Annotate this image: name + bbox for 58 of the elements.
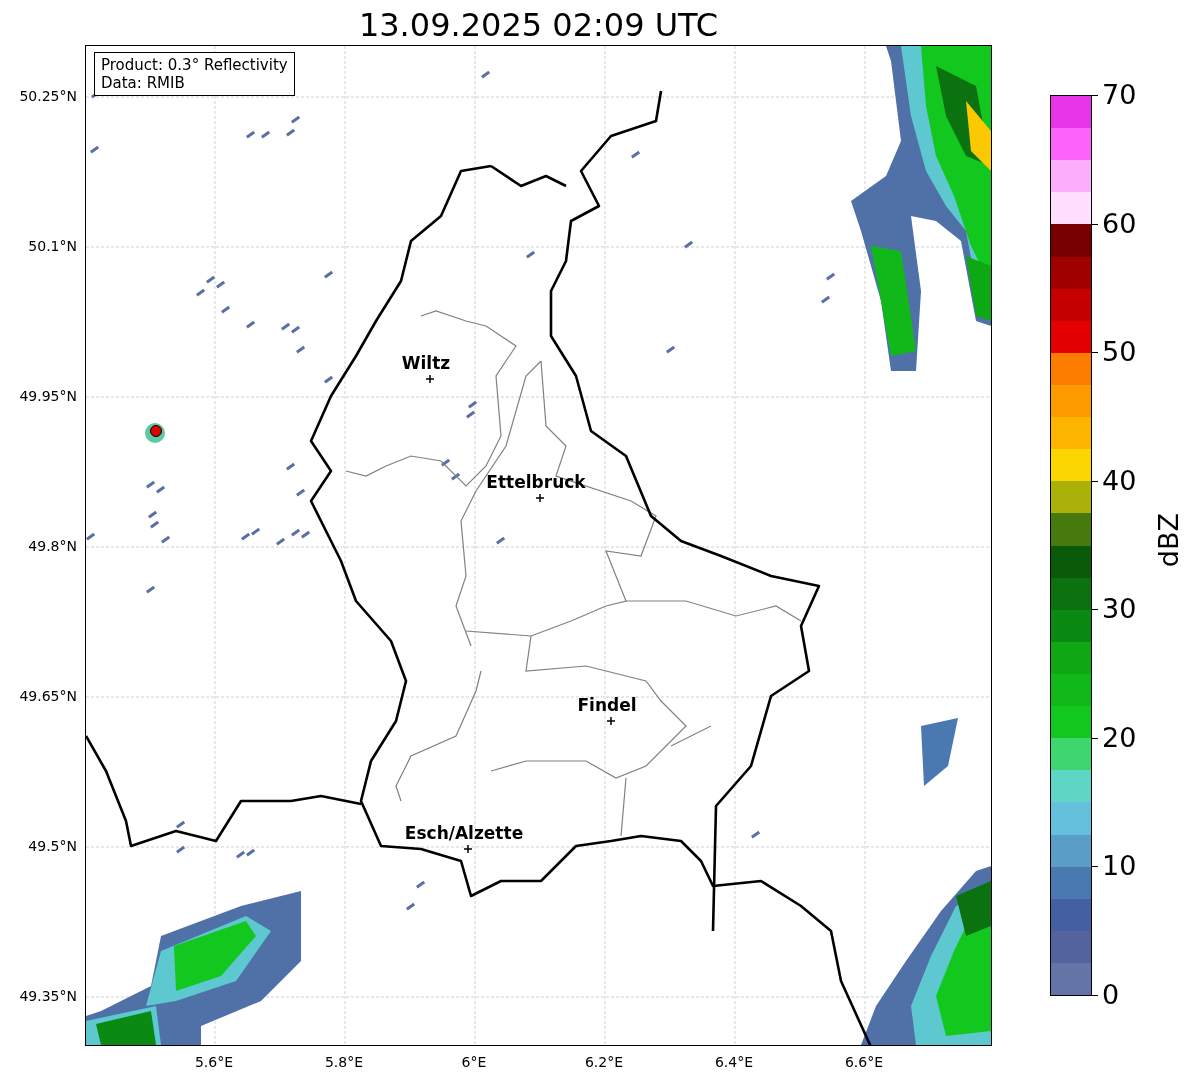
colorbar-tick-label: 30 — [1102, 592, 1137, 627]
colorbar-label: dBZ — [1152, 513, 1184, 568]
radar-echo-speck — [481, 70, 491, 79]
radar-echo-speck — [324, 375, 334, 384]
radar-echo-speck — [176, 820, 186, 829]
radar-echo-speck — [406, 902, 416, 911]
colorbar-tick-label: 60 — [1102, 206, 1137, 241]
latitude-label: 49.35°N — [19, 988, 77, 1004]
radar-echo-speck — [416, 880, 426, 889]
city-label: Esch/Alzette — [404, 823, 524, 843]
city-marker-icon — [463, 844, 473, 854]
radar-echo-speck — [324, 270, 334, 279]
radar-echo-speck — [296, 345, 306, 354]
radar-echo-speck — [821, 295, 831, 304]
colorbar-tick-label: 50 — [1102, 335, 1137, 370]
radar-echo-speck — [286, 462, 296, 471]
city-marker-icon — [606, 716, 616, 726]
radar-echo-speck — [526, 250, 536, 259]
radar-echo-speck — [246, 320, 256, 329]
info-text: Data: RMIB — [101, 74, 186, 92]
latitude-label: 50.1°N — [28, 238, 77, 254]
latitude-label: 49.5°N — [28, 838, 77, 854]
radar-echo-speck — [90, 145, 100, 154]
city-label: Findel — [577, 695, 637, 715]
longitude-label: 6.4°E — [714, 1054, 754, 1070]
city-label: Wiltz — [401, 353, 451, 373]
radar-echo-speck — [631, 150, 641, 159]
radar-echo-speck — [221, 305, 231, 314]
longitude-label: 6.2°E — [584, 1054, 624, 1070]
radar-echo-speck — [666, 345, 676, 354]
colorbar-tick-label: 0 — [1102, 978, 1120, 1012]
latitude-label: 49.8°N — [28, 538, 77, 554]
info-text: Product: 0.3° Reflectivity — [101, 56, 288, 74]
colorbar-tick-label: 10 — [1102, 849, 1137, 884]
colorbar-tick-label: 40 — [1102, 463, 1137, 498]
radar-echo-speck — [684, 240, 694, 249]
city-marker-icon — [535, 493, 545, 503]
longitude-label: 6°E — [461, 1054, 487, 1070]
radar-echo-speck — [826, 272, 836, 281]
latitude-label: 49.65°N — [19, 688, 77, 704]
radar-site-icon — [145, 423, 165, 443]
radar-echo-speck — [751, 830, 761, 839]
city-label: Ettelbruck — [486, 472, 586, 492]
radar-echo-speck — [86, 532, 96, 541]
radar-echo — [921, 718, 958, 786]
radar-echo-speck — [176, 845, 186, 854]
longitude-label: 5.8°E — [324, 1054, 364, 1070]
radar-echo-speck — [296, 488, 306, 497]
longitude-label: 5.6°E — [194, 1054, 234, 1070]
radar-echo-speck — [496, 536, 506, 545]
chart-title: 13.09.2025 02:09 UTC — [357, 5, 720, 45]
radar-echo-speck — [146, 585, 156, 594]
latitude-label: 50.25°N — [19, 88, 77, 104]
city-marker-icon — [425, 374, 435, 384]
latitude-label: 49.95°N — [19, 388, 77, 404]
longitude-label: 6.6°E — [844, 1054, 884, 1070]
colorbar-tick-label: 20 — [1102, 720, 1137, 755]
colorbar-tick-label: 70 — [1102, 78, 1137, 112]
